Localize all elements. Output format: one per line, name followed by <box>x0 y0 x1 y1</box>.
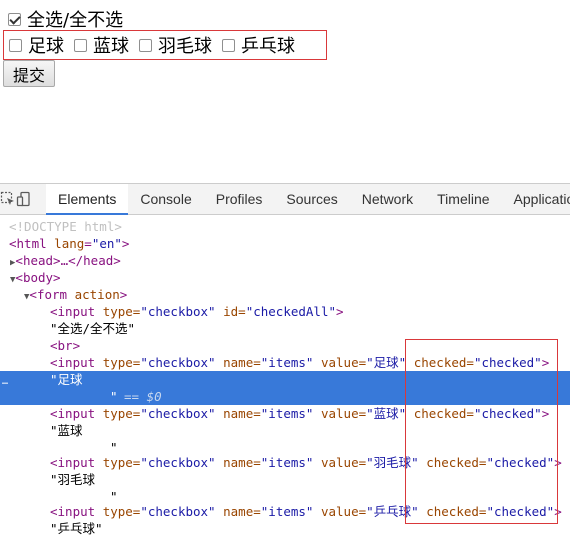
attr-value: "checkbox" <box>140 455 216 470</box>
attr-name: name= <box>223 355 261 370</box>
item-basketball: 蓝球 <box>74 32 129 58</box>
attr-value: "足球" <box>366 355 407 370</box>
tag-text: > <box>336 304 344 319</box>
tag-text: <html <box>9 236 47 251</box>
item-label: 乒乓球 <box>241 36 295 57</box>
attr-name: value= <box>320 355 367 370</box>
device-mode-icon[interactable] <box>16 184 32 214</box>
tag-text: > <box>119 287 128 302</box>
tab-profiles[interactable]: Profiles <box>204 184 275 214</box>
devtools-toolbar: Elements Console Profiles Sources Networ… <box>0 184 570 215</box>
item-label: 足球 <box>28 36 64 57</box>
item-football: 足球 <box>9 32 64 58</box>
attr-name: type= <box>102 355 141 370</box>
attr-value: "checkbox" <box>140 406 216 421</box>
dom-node-text[interactable]: "全选/全不选" <box>0 320 570 337</box>
text-node: "足球 <box>50 372 83 387</box>
tag-text: <head>…</head> <box>15 253 121 268</box>
item-checkbox[interactable] <box>139 38 152 52</box>
attr-name: name= <box>223 455 261 470</box>
text-node: "全选/全不选" <box>50 321 136 336</box>
attr-value: "items" <box>260 455 314 470</box>
doctype-text: <!DOCTYPE html> <box>9 219 122 234</box>
text-node: "乒乓球" <box>50 521 103 536</box>
dom-node-doctype[interactable]: <!DOCTYPE html> <box>0 218 570 235</box>
tag-text: <input <box>50 304 96 319</box>
attr-name: value= <box>320 455 367 470</box>
tag-text: <input <box>50 406 96 421</box>
console-ref: == $0 <box>124 389 162 404</box>
submit-button[interactable]: 提交 <box>3 60 55 87</box>
attr-name: lang <box>54 236 85 251</box>
attr-value: "checkbox" <box>140 304 216 319</box>
attr-name: name= <box>223 504 261 519</box>
select-all-row: 全选/全不选 <box>8 8 124 31</box>
tag-text: <body> <box>15 270 61 285</box>
dom-node-form[interactable]: ▼<form action> <box>0 286 570 303</box>
tag-text: <input <box>50 504 96 519</box>
tag-text: <input <box>50 355 96 370</box>
item-checkbox[interactable] <box>222 38 235 52</box>
attr-name: id= <box>223 304 246 319</box>
attr-value: "items" <box>260 406 314 421</box>
tag-text: <input <box>50 455 96 470</box>
annotation-box <box>405 339 558 524</box>
item-badminton: 羽毛球 <box>139 32 212 58</box>
item-checkbox[interactable] <box>9 38 22 52</box>
attr-value: "items" <box>260 504 314 519</box>
dom-node-input-checkedall[interactable]: <input type="checkbox" id="checkedAll"> <box>0 303 570 320</box>
text-node: " <box>110 389 118 404</box>
item-checkbox[interactable] <box>74 38 87 52</box>
selection-gutter: … <box>2 376 9 387</box>
attr-value: "checkbox" <box>140 355 216 370</box>
attr-value: "en" <box>91 236 122 251</box>
attr-name: action <box>74 287 120 302</box>
attr-name: type= <box>102 406 141 421</box>
tab-network[interactable]: Network <box>350 184 425 214</box>
attr-name: value= <box>320 406 367 421</box>
tab-sources[interactable]: Sources <box>274 184 349 214</box>
tab-application[interactable]: Application <box>502 184 570 214</box>
tab-elements[interactable]: Elements <box>46 184 129 215</box>
dom-node-head[interactable]: ▶<head>…</head> <box>0 252 570 269</box>
items-group: 足球 蓝球 羽毛球 乒乓球 <box>3 30 327 60</box>
item-label: 羽毛球 <box>158 36 212 57</box>
tag-text: <form <box>29 287 68 302</box>
inspect-element-icon[interactable] <box>0 184 16 214</box>
attr-value: "checkedAll" <box>245 304 337 319</box>
select-all-checkbox[interactable] <box>8 12 21 26</box>
text-node: "羽毛球 <box>50 472 96 487</box>
tag-text: <br> <box>50 338 81 353</box>
attr-name: type= <box>102 455 141 470</box>
attr-name: type= <box>102 304 141 319</box>
text-node: "蓝球 <box>50 423 83 438</box>
attr-name: value= <box>320 504 367 519</box>
attr-value: "items" <box>260 355 314 370</box>
attr-name: type= <box>102 504 141 519</box>
devtools-panel: Elements Console Profiles Sources Networ… <box>0 183 570 538</box>
attr-value: "checkbox" <box>140 504 216 519</box>
item-pingpong: 乒乓球 <box>222 32 295 58</box>
tab-timeline[interactable]: Timeline <box>425 184 501 214</box>
dom-node-body[interactable]: ▼<body> <box>0 269 570 286</box>
attr-value: "蓝球" <box>366 406 407 421</box>
tab-console[interactable]: Console <box>128 184 203 214</box>
select-all-label: 全选/全不选 <box>27 10 124 31</box>
tag-text: > <box>121 236 130 251</box>
page-preview: 全选/全不选 足球 蓝球 羽毛球 乒乓球 提交 <box>0 0 570 183</box>
item-label: 蓝球 <box>93 36 129 57</box>
attr-name: name= <box>223 406 261 421</box>
dom-node-html[interactable]: <html lang="en"> <box>0 235 570 252</box>
